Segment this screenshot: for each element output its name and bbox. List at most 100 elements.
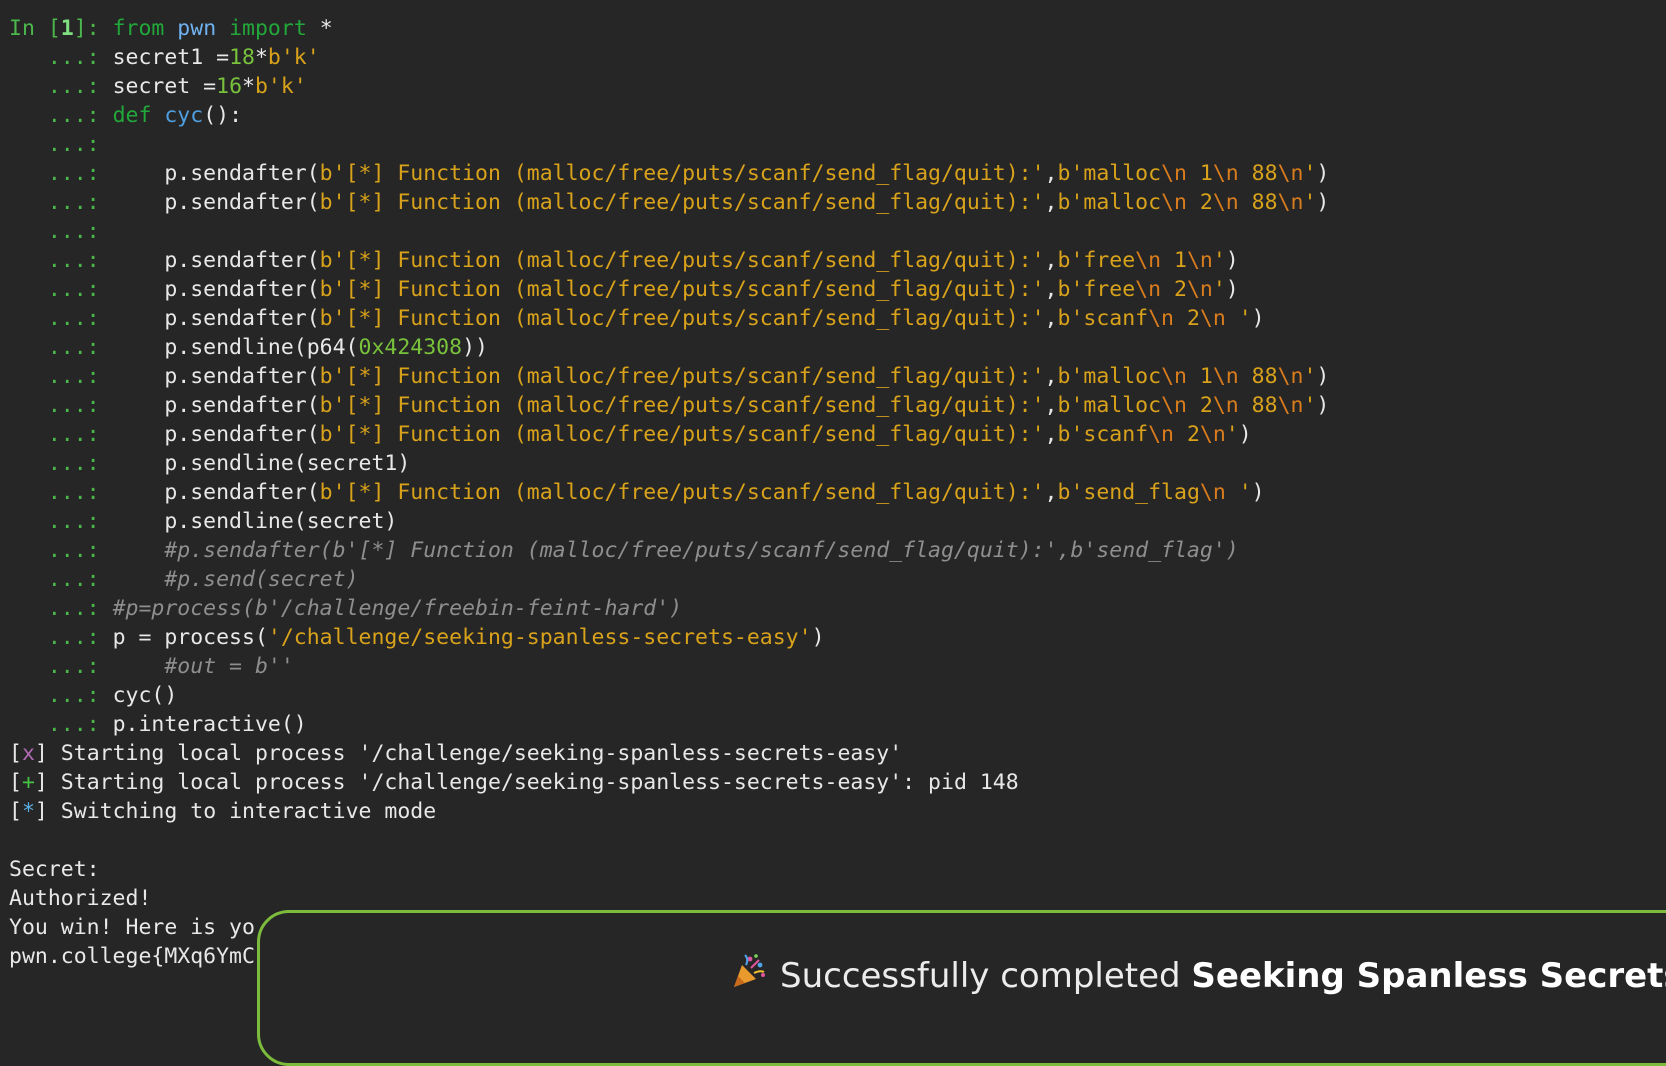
code-line: ...: p.sendafter(b'[*] Function (malloc/… <box>9 306 1265 331</box>
continuation-prompt: ...: <box>9 393 113 418</box>
continuation-prompt: ...: <box>9 219 113 244</box>
continuation-prompt: ...: <box>9 422 113 447</box>
code-line: ...: p.interactive() <box>9 710 1666 739</box>
log-line: [+] Starting local process '/challenge/s… <box>9 770 1019 795</box>
escape-sequence: \n <box>1212 190 1239 215</box>
escape-sequence: \n <box>1212 393 1239 418</box>
code-text: p = process( <box>112 625 268 650</box>
number-literal: 0x424308 <box>358 335 463 360</box>
continuation-prompt: ...: <box>9 248 113 273</box>
string-literal: b'[*] Function (malloc/free/puts/scanf/s… <box>319 393 1045 418</box>
continuation-prompt: ...: <box>9 509 113 534</box>
code-line: ...: cyc() <box>9 681 1666 710</box>
string-literal: ' <box>1303 364 1317 389</box>
continuation-prompt: ...: <box>9 683 113 708</box>
code-line: ...: p.sendafter(b'[*] Function (malloc/… <box>9 248 1239 273</box>
string-literal: b'k' <box>267 45 320 70</box>
code-text: p.sendafter( <box>112 422 320 447</box>
string-literal: '/challenge/seeking-spanless-secrets-eas… <box>267 625 812 650</box>
number-literal: 18 <box>229 45 255 70</box>
string-literal: ' <box>1303 393 1317 418</box>
string-literal: b'[*] Function (malloc/free/puts/scanf/s… <box>319 161 1045 186</box>
string-literal: b'malloc <box>1057 161 1162 186</box>
string-literal: b'malloc <box>1057 393 1162 418</box>
string-literal: 88 <box>1238 190 1278 215</box>
escape-sequence: \n <box>1161 364 1187 389</box>
string-literal: 88 <box>1238 393 1278 418</box>
code-text: ) <box>811 625 825 650</box>
code-line: ...: p.sendafter(b'[*] Function (malloc/… <box>9 393 1330 418</box>
escape-sequence: \n <box>1199 306 1226 331</box>
string-literal: 88 <box>1238 161 1278 186</box>
in-prompt-close: ]: <box>73 16 113 41</box>
continuation-prompt: ...: <box>9 538 113 563</box>
continuation-prompt: ...: <box>9 712 113 737</box>
in-prompt-number: 1 <box>60 16 74 41</box>
code-comment: #out = b'' <box>112 654 294 679</box>
code-text: p.sendafter( <box>112 161 320 186</box>
escape-sequence: \n <box>1161 393 1187 418</box>
log-text: Starting local process '/challenge/seeki… <box>47 770 1019 795</box>
code-text: p.interactive() <box>112 712 307 737</box>
continuation-prompt: ...: <box>9 74 113 99</box>
code-text: cyc() <box>112 683 178 708</box>
continuation-prompt: ...: <box>9 277 113 302</box>
string-literal: b'k' <box>254 74 307 99</box>
escape-sequence: \n <box>1212 161 1239 186</box>
string-literal: b'[*] Function (malloc/free/puts/scanf/s… <box>319 422 1045 447</box>
string-literal: ' <box>1303 161 1317 186</box>
code-line: ...: secret1 =18*b'k' <box>9 43 1666 72</box>
code-text: * <box>254 45 268 70</box>
code-line: ...: p.sendafter(b'[*] Function (malloc/… <box>9 277 1239 302</box>
code-text: secret1 = <box>112 45 230 70</box>
code-line: ...: #p.sendafter(b'[*] Function (malloc… <box>9 536 1666 565</box>
string-literal: 1 <box>1186 161 1213 186</box>
escape-sequence: \n <box>1199 422 1226 447</box>
string-literal: ' <box>1212 248 1226 273</box>
continuation-prompt: ...: <box>9 364 113 389</box>
success-toast[interactable]: Successfully completed Seeking Spanless … <box>257 910 1666 1066</box>
code-text: * <box>306 16 333 41</box>
escape-sequence: \n <box>1161 161 1187 186</box>
string-literal: b'free <box>1057 277 1136 302</box>
escape-sequence: \n <box>1148 306 1174 331</box>
toast-challenge-name: Seeking Spanless Secrets <box>1191 956 1666 996</box>
continuation-prompt: ...: <box>9 132 113 157</box>
keyword: def <box>112 103 152 128</box>
string-literal: b'[*] Function (malloc/free/puts/scanf/s… <box>319 248 1045 273</box>
code-line: ...: def cyc(): <box>9 101 1666 130</box>
code-line: ...: <box>9 217 1666 246</box>
code-text: * <box>242 74 255 99</box>
status-star-marker: * <box>21 799 35 824</box>
continuation-prompt: ...: <box>9 45 113 70</box>
string-literal: 88 <box>1238 364 1278 389</box>
toast-message: Successfully completed Seeking Spanless … <box>730 951 1666 1003</box>
status-plus-marker: + <box>21 770 35 795</box>
code-text: p.sendafter( <box>112 248 320 273</box>
code-line: ...: p.sendafter(b'[*] Function (malloc/… <box>9 480 1265 505</box>
code-comment: #p.send(secret) <box>112 567 359 592</box>
string-literal: b'scanf <box>1057 306 1149 331</box>
status-x-marker: x <box>21 741 35 766</box>
number-literal: 16 <box>216 74 243 99</box>
escape-sequence: \n <box>1199 480 1226 505</box>
toast-prefix: Successfully completed <box>780 956 1192 996</box>
code-text: p.sendafter( <box>112 190 320 215</box>
escape-sequence: \n <box>1161 190 1187 215</box>
code-line: ...: p.sendafter(b'[*] Function (malloc/… <box>9 422 1252 447</box>
log-line: [*] Switching to interactive mode <box>9 799 437 824</box>
string-literal: b'[*] Function (malloc/free/puts/scanf/s… <box>319 306 1045 331</box>
output-line: Secret: <box>9 857 100 882</box>
code-text: p.sendline(p64( <box>112 335 359 360</box>
escape-sequence: \n <box>1186 277 1213 302</box>
code-text: p.sendafter( <box>112 306 320 331</box>
string-literal: ' <box>1225 422 1239 447</box>
code-line: ...: #p.send(secret) <box>9 565 1666 594</box>
continuation-prompt: ...: <box>9 654 113 679</box>
code-text: (): <box>203 103 243 128</box>
continuation-prompt: ...: <box>9 335 113 360</box>
output-line: Authorized! <box>9 886 152 911</box>
string-literal: 2 <box>1186 393 1213 418</box>
string-literal: 2 <box>1174 422 1200 447</box>
